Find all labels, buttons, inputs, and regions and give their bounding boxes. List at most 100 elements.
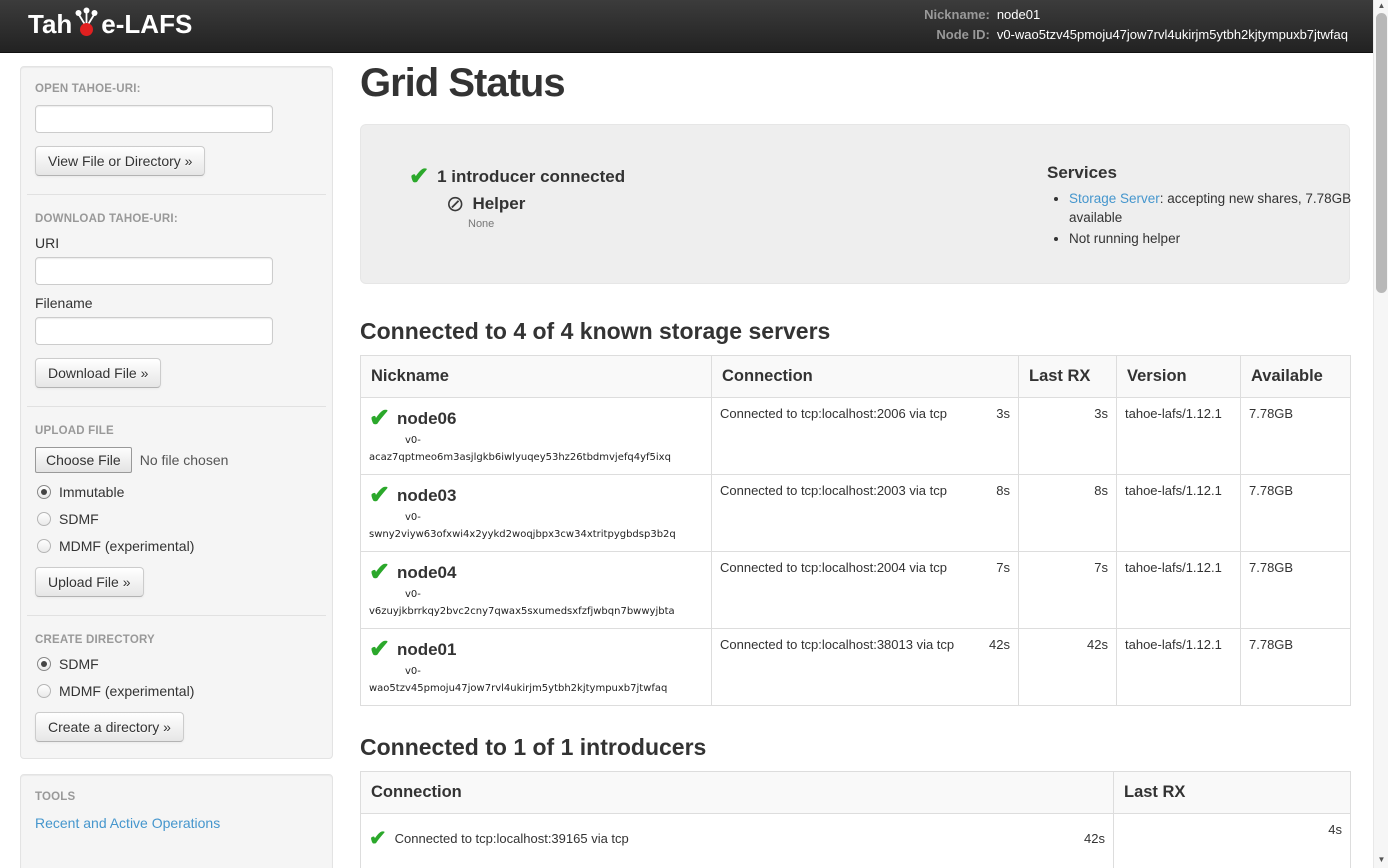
server-node-id: v0-wao5tzv45pmoju47jow7rvl4ukirjm5ytbh2k… <box>369 663 679 697</box>
open-uri-section: OPEN TAHOE-URI: View File or Directory » <box>35 83 318 176</box>
create-directory-section: CREATE DIRECTORY SDMF MDMF (experimental… <box>35 634 318 742</box>
scrollbar-thumb[interactable] <box>1376 13 1387 293</box>
scrollbar-down-icon[interactable]: ▼ <box>1374 854 1388 866</box>
divider <box>27 194 326 195</box>
connected-check-icon: ✔ <box>369 637 390 662</box>
filename-input[interactable] <box>35 317 273 345</box>
dir-format-option-sdmf: SDMF <box>35 656 318 672</box>
immutable-radio-label: Immutable <box>59 484 124 500</box>
storage-server-link[interactable]: Storage Server <box>1069 191 1160 206</box>
col-connection: Connection <box>361 772 1114 814</box>
introducer-status-text: 1 introducer connected <box>437 167 625 187</box>
not-running-icon: ⊘ <box>446 193 464 215</box>
nickname-value: node01 <box>997 6 1348 23</box>
immutable-radio[interactable] <box>37 485 51 499</box>
nickname-cell: ✔node06 v0-acaz7qptmeo6m3asjlgkb6iwlyuqe… <box>361 398 712 475</box>
col-version: Version <box>1117 356 1241 398</box>
introducers-heading: Connected to 1 of 1 introducers <box>360 734 1350 761</box>
upload-sdmf-radio[interactable] <box>37 512 51 526</box>
helper-title: Helper <box>472 194 525 214</box>
top-navbar: Tah e-LAFS Nickname: node01 Node ID: v0-… <box>0 0 1373 53</box>
create-directory-label: CREATE DIRECTORY <box>35 634 318 646</box>
divider <box>27 615 326 616</box>
available-cell: 7.78GB <box>1241 629 1351 706</box>
upload-sdmf-radio-label: SDMF <box>59 511 99 527</box>
connection-cell: Connected to tcp:localhost:38013 via tcp… <box>712 629 1019 706</box>
tahoe-lafs-logo: Tah e-LAFS <box>28 9 192 40</box>
upload-format-option-sdmf: SDMF <box>35 511 318 527</box>
divider <box>27 406 326 407</box>
version-cell: tahoe-lafs/1.12.1 <box>1117 475 1241 552</box>
connected-check-icon: ✔ <box>409 165 429 189</box>
nickname-cell: ✔node03 v0-swny2viyw63ofxwi4x2yykd2woqjb… <box>361 475 712 552</box>
page-scrollbar[interactable]: ▲ ▼ <box>1373 0 1388 868</box>
nickname-cell: ✔node04 v0-v6zuyjkbrrkqy2bvc2cny7qwax5sx… <box>361 552 712 629</box>
server-node-id: v0-acaz7qptmeo6m3asjlgkb6iwlyuqey53hz26t… <box>369 432 679 466</box>
upload-mdmf-radio[interactable] <box>37 539 51 553</box>
tahoe-logo-dot-icon <box>73 6 100 38</box>
create-directory-button[interactable]: Create a directory » <box>35 712 184 742</box>
upload-format-option-immutable: Immutable <box>35 484 318 500</box>
available-cell: 7.78GB <box>1241 475 1351 552</box>
last-rx-cell: 42s <box>1019 629 1117 706</box>
view-file-button[interactable]: View File or Directory » <box>35 146 205 176</box>
node-info: Nickname: node01 Node ID: v0-wao5tzv45pm… <box>924 6 1348 43</box>
table-header-row: Nickname Connection Last RX Version Avai… <box>361 356 1351 398</box>
col-available: Available <box>1241 356 1351 398</box>
open-uri-input[interactable] <box>35 105 273 133</box>
available-cell: 7.78GB <box>1241 552 1351 629</box>
sidebar-forms-panel: OPEN TAHOE-URI: View File or Directory »… <box>20 66 333 759</box>
connection-time: 3s <box>996 406 1010 421</box>
recent-operations-link[interactable]: Recent and Active Operations <box>35 815 220 831</box>
last-rx-cell: 7s <box>1019 552 1117 629</box>
version-cell: tahoe-lafs/1.12.1 <box>1117 629 1241 706</box>
introducers-table: Connection Last RX ✔Connected to tcp:loc… <box>360 771 1351 868</box>
col-nickname: Nickname <box>361 356 712 398</box>
uri-field-label: URI <box>35 235 318 251</box>
filename-field-label: Filename <box>35 295 318 311</box>
version-cell: tahoe-lafs/1.12.1 <box>1117 552 1241 629</box>
nickname-label: Nickname: <box>924 6 990 23</box>
tools-panel: TOOLS Recent and Active Operations <box>20 774 333 868</box>
storage-servers-table: Nickname Connection Last RX Version Avai… <box>360 355 1351 706</box>
available-cell: 7.78GB <box>1241 398 1351 475</box>
col-connection: Connection <box>712 356 1019 398</box>
dir-sdmf-radio[interactable] <box>37 657 51 671</box>
dir-mdmf-radio[interactable] <box>37 684 51 698</box>
connected-check-icon: ✔ <box>369 406 390 431</box>
col-last-rx: Last RX <box>1019 356 1117 398</box>
col-last-rx: Last RX <box>1114 772 1351 814</box>
open-uri-label: OPEN TAHOE-URI: <box>35 83 318 95</box>
scrollbar-up-icon[interactable]: ▲ <box>1374 0 1388 12</box>
connection-cell: Connected to tcp:localhost:2006 via tcp3… <box>712 398 1019 475</box>
file-chosen-status: No file chosen <box>140 452 229 468</box>
download-uri-input[interactable] <box>35 257 273 285</box>
sidebar: OPEN TAHOE-URI: View File or Directory »… <box>20 66 333 868</box>
upload-file-label: UPLOAD FILE <box>35 425 318 437</box>
logo-text-pre: Tah <box>28 9 72 40</box>
download-file-button[interactable]: Download File » <box>35 358 161 388</box>
upload-file-button[interactable]: Upload File » <box>35 567 144 597</box>
connected-check-icon: ✔ <box>369 483 390 508</box>
upload-file-section: UPLOAD FILE Choose File No file chosen I… <box>35 425 318 597</box>
table-header-row: Connection Last RX <box>361 772 1351 814</box>
services-title: Services <box>1047 163 1377 183</box>
storage-servers-heading: Connected to 4 of 4 known storage server… <box>360 318 1350 345</box>
connection-time: 42s <box>1084 828 1105 846</box>
upload-mdmf-radio-label: MDMF (experimental) <box>59 538 194 554</box>
upload-format-option-mdmf: MDMF (experimental) <box>35 538 318 554</box>
choose-file-button[interactable]: Choose File <box>35 447 132 473</box>
table-row: ✔node04 v0-v6zuyjkbrrkqy2bvc2cny7qwax5sx… <box>361 552 1351 629</box>
download-uri-section: DOWNLOAD TAHOE-URI: URI Filename Downloa… <box>35 213 318 388</box>
connection-time: 42s <box>989 637 1010 652</box>
node-id-label: Node ID: <box>924 26 990 43</box>
nickname-cell: ✔node01 v0-wao5tzv45pmoju47jow7rvl4ukirj… <box>361 629 712 706</box>
dir-mdmf-radio-label: MDMF (experimental) <box>59 683 194 699</box>
grid-status-summary: ✔ 1 introducer connected ⊘ Helper None S… <box>360 124 1350 284</box>
main-content: Grid Status ✔ 1 introducer connected ⊘ H… <box>360 53 1350 868</box>
service-storage-server: Storage Server: accepting new shares, 7.… <box>1069 189 1377 227</box>
page-title: Grid Status <box>360 61 1350 106</box>
connected-check-icon: ✔ <box>369 560 390 585</box>
connection-cell: ✔Connected to tcp:localhost:39165 via tc… <box>361 814 1114 868</box>
connection-time: 8s <box>996 483 1010 498</box>
